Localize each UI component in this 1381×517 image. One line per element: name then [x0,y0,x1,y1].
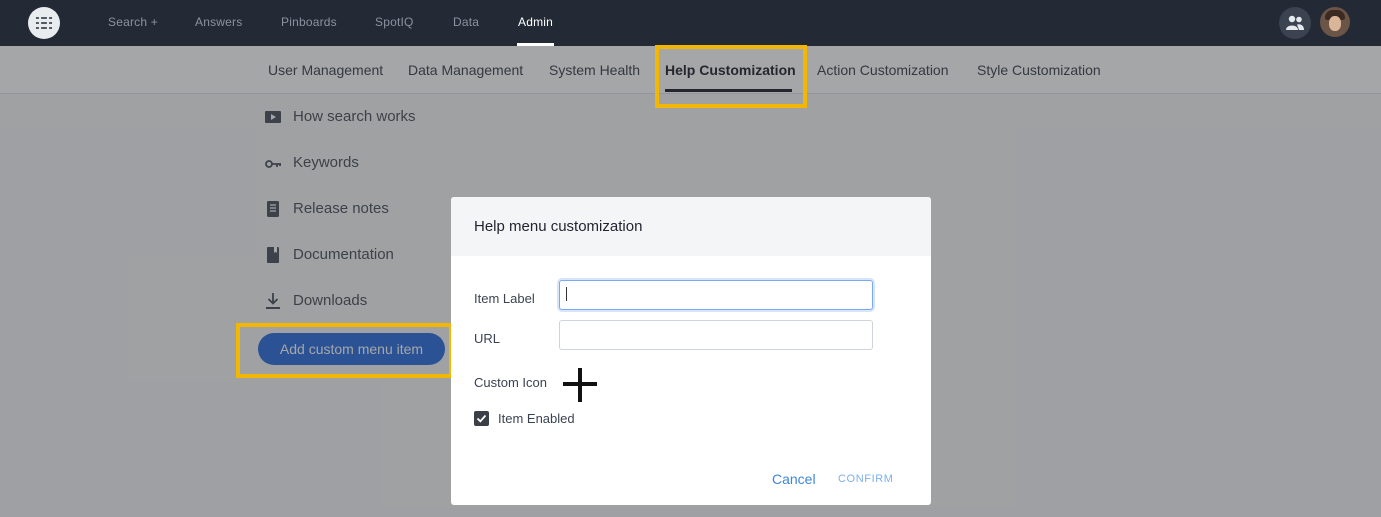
nav-search[interactable]: Search + [108,15,158,29]
cancel-button[interactable]: Cancel [772,471,816,487]
thoughtspot-logo-icon[interactable] [28,7,60,39]
text-cursor [566,287,567,301]
users-icon[interactable] [1279,7,1311,39]
item-label-label: Item Label [474,291,535,306]
url-input[interactable] [559,320,873,350]
custom-icon-label: Custom Icon [474,375,547,390]
dialog-title: Help menu customization [474,218,643,235]
nav-pinboards[interactable]: Pinboards [281,15,337,29]
plus-icon[interactable] [563,368,597,402]
item-label-input[interactable] [559,280,873,310]
item-enabled-checkbox[interactable] [474,411,489,426]
nav-data[interactable]: Data [453,15,479,29]
dialog-header: Help menu customization [451,197,931,256]
item-enabled-label: Item Enabled [498,411,575,426]
url-label: URL [474,331,501,346]
nav-admin[interactable]: Admin [518,15,553,29]
help-menu-customization-dialog: Help menu customization Item Label URL C… [451,197,931,505]
nav-spotiq[interactable]: SpotIQ [375,15,414,29]
check-icon [476,414,487,423]
user-avatar[interactable] [1320,7,1350,37]
nav-answers[interactable]: Answers [195,15,242,29]
confirm-button[interactable]: CONFIRM [838,473,894,485]
top-nav: Search + Answers Pinboards SpotIQ Data A… [0,0,1381,46]
